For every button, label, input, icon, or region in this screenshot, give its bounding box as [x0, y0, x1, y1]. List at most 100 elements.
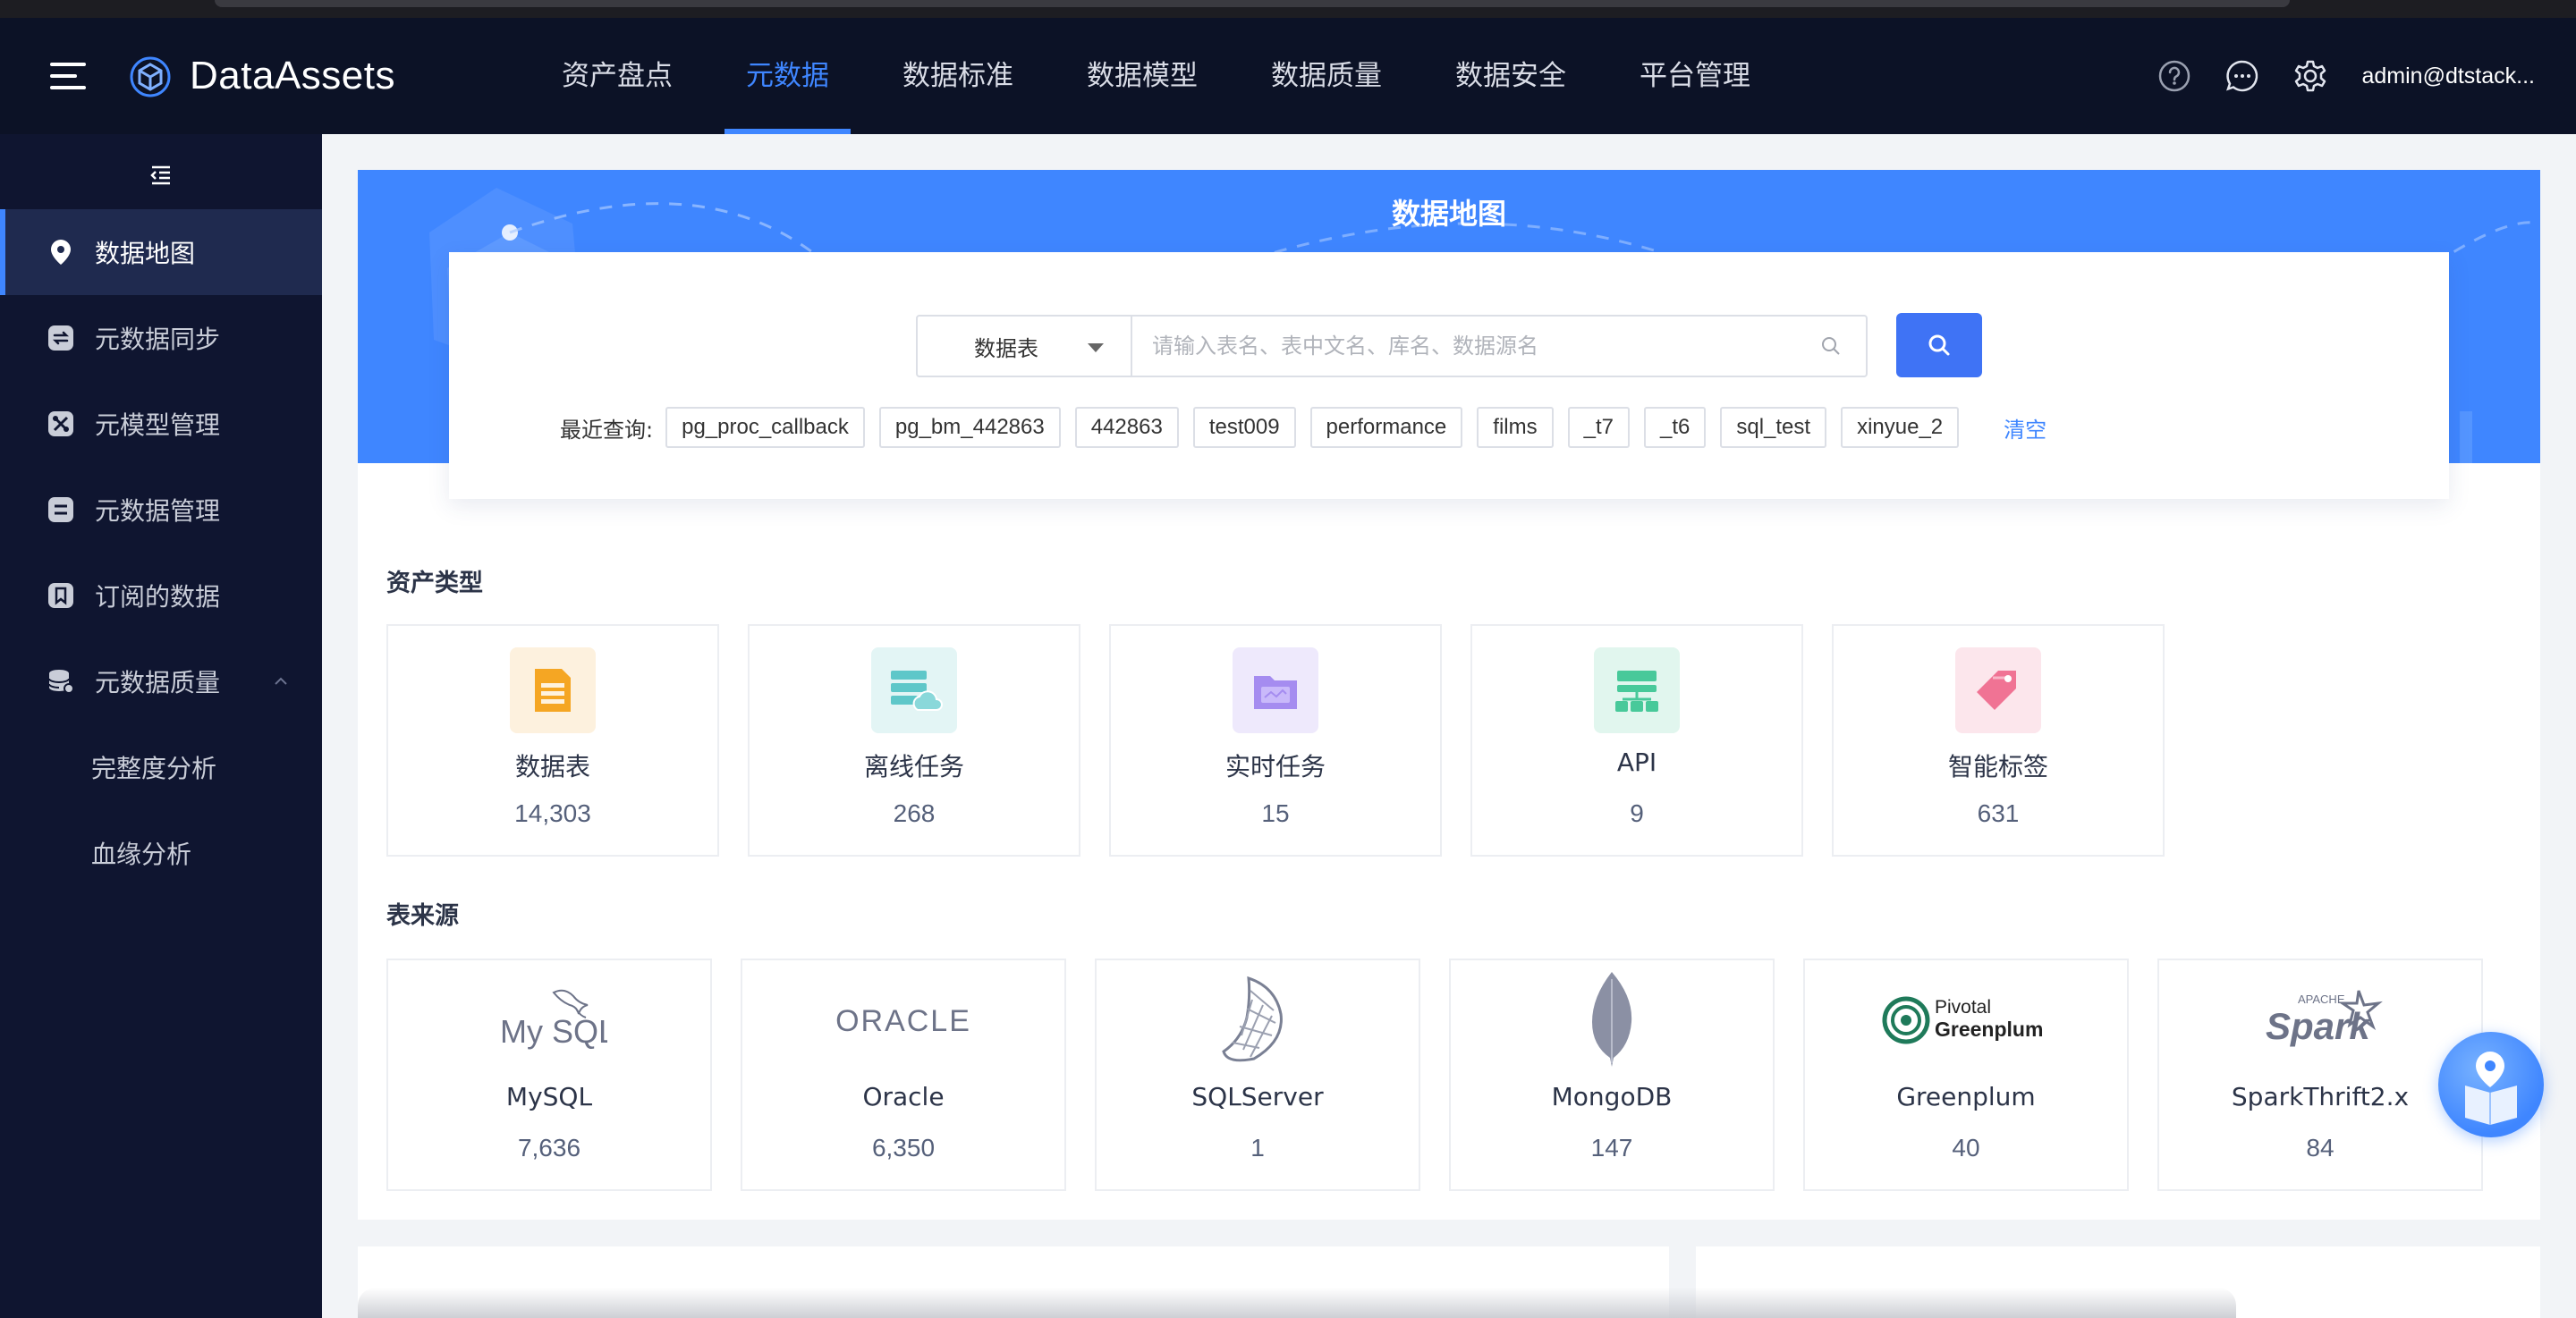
sidebar-item-metadata-manage[interactable]: 元数据管理 [0, 467, 322, 553]
list-icon [48, 497, 73, 522]
sidebar-item-subscribed-data[interactable]: 订阅的数据 [0, 553, 322, 638]
source-card-mongodb[interactable]: MongoDB 147 [1449, 959, 1775, 1191]
recent-tag[interactable]: _t7 [1567, 407, 1630, 448]
search-input[interactable] [1132, 317, 1819, 376]
model-icon [48, 411, 73, 436]
source-card-oracle[interactable]: ORACLE Oracle 6,350 [741, 959, 1066, 1191]
sidebar-item-label: 血缘分析 [91, 840, 192, 869]
asset-card-realtime-task[interactable]: 实时任务 15 [1109, 624, 1442, 857]
asset-card-api[interactable]: API 9 [1470, 624, 1803, 857]
sidebar-item-label: 订阅的数据 [95, 582, 221, 612]
search-icon [1928, 334, 1950, 356]
card-count: 9 [1630, 799, 1644, 827]
recent-tag[interactable]: performance [1309, 407, 1463, 448]
search-type-value: 数据表 [974, 335, 1038, 361]
sidebar-item-completeness-analysis[interactable]: 完整度分析 [0, 724, 322, 810]
sidebar: 数据地图 元数据同步 元模型管理 元数据管理 订阅的数据 元数据质量 完整度分析… [0, 134, 322, 1318]
nav-item-data-security[interactable]: 数据安全 [1434, 18, 1588, 134]
menu-icon[interactable] [50, 63, 86, 89]
card-count: 1 [1250, 1134, 1265, 1162]
user-menu[interactable]: admin@dtstack... [2361, 63, 2535, 89]
logo-icon [130, 56, 171, 97]
card-count: 6,350 [871, 1134, 936, 1162]
sidebar-item-lineage-analysis[interactable]: 血缘分析 [0, 810, 322, 896]
sidebar-item-label: 元模型管理 [95, 410, 221, 440]
greenplum-logo-icon: Pivotal Greenplum [1837, 971, 2095, 1068]
card-count: 268 [893, 799, 936, 827]
card-name: MySQL [505, 1082, 593, 1111]
svg-text:Greenplum: Greenplum [1935, 1018, 2043, 1041]
map-book-icon [2465, 1052, 2517, 1125]
message-icon[interactable] [2225, 59, 2259, 93]
nav-item-metadata[interactable]: 元数据 [724, 18, 851, 134]
table-icon [510, 647, 596, 733]
asset-card-table[interactable]: 数据表 14,303 [386, 624, 719, 857]
recent-tag[interactable]: test009 [1192, 407, 1296, 448]
recent-tag[interactable]: pg_proc_callback [665, 407, 865, 448]
sidebar-item-label: 数据地图 [95, 239, 196, 268]
source-card-sparkthrift[interactable]: APACHE Spark SparkThrift2.x 84 [2157, 959, 2483, 1191]
card-name: MongoDB [1551, 1082, 1673, 1111]
nav-item-asset-inventory[interactable]: 资产盘点 [540, 18, 694, 134]
sidebar-item-label: 元数据管理 [95, 496, 221, 526]
card-name: Greenplum [1896, 1082, 2036, 1111]
map-guide-float-button[interactable] [2438, 1032, 2544, 1137]
nav-item-data-models[interactable]: 数据模型 [1065, 18, 1219, 134]
card-name: SQLServer [1191, 1082, 1324, 1111]
search-button[interactable] [1896, 313, 1982, 377]
nav-item-data-standards[interactable]: 数据标准 [881, 18, 1035, 134]
search-type-select[interactable]: 数据表 [918, 317, 1132, 376]
svg-text:My SQL: My SQL [500, 1013, 607, 1050]
card-count: 14,303 [514, 799, 591, 827]
help-icon[interactable] [2157, 59, 2191, 93]
card-name: Oracle [862, 1082, 945, 1111]
clear-history-link[interactable]: 清空 [2004, 412, 2046, 444]
page-title: 数据地图 [1391, 197, 1506, 231]
bottom-overlay [358, 1288, 2236, 1318]
recent-tag[interactable]: xinyue_2 [1841, 407, 1960, 448]
card-name: 智能标签 [1947, 752, 2048, 782]
sidebar-item-data-map[interactable]: 数据地图 [0, 209, 322, 295]
recent-tag[interactable]: 442863 [1074, 407, 1179, 448]
card-name: 实时任务 [1224, 752, 1326, 782]
sidebar-menu: 数据地图 元数据同步 元模型管理 元数据管理 订阅的数据 元数据质量 完整度分析… [0, 209, 322, 896]
search-card: 数据表 最近查询: pg_proc_callback pg_bm_442863 … [449, 252, 2449, 499]
top-header: DataAssets 资产盘点 元数据 数据标准 数据模型 数据质量 数据安全 … [0, 18, 2576, 134]
window-frame [0, 0, 2576, 18]
recent-tag[interactable]: sql_test [1720, 407, 1827, 448]
card-count: 631 [1977, 799, 2020, 827]
asset-type-cards: 数据表 14,303 离线任务 268 实时任务 15 API 9 智能标签 6… [386, 624, 2193, 857]
chevron-up-icon [275, 677, 287, 685]
card-count: 7,636 [517, 1134, 581, 1162]
sidebar-item-meta-model[interactable]: 元模型管理 [0, 381, 322, 467]
nav-item-platform-admin[interactable]: 平台管理 [1618, 18, 1772, 134]
tag-icon [1955, 647, 2041, 733]
asset-card-smart-tag[interactable]: 智能标签 631 [1832, 624, 2165, 857]
sidebar-item-label: 元数据质量 [95, 668, 221, 697]
settings-gear-icon[interactable] [2293, 59, 2327, 93]
search-icon[interactable] [1819, 334, 1843, 358]
main-content: 数据地图 数据表 最近查询: pg_proc_callback pg_bm_44… [358, 170, 2540, 1220]
source-card-greenplum[interactable]: Pivotal Greenplum Greenplum 40 [1803, 959, 2129, 1191]
collapse-sidebar-icon[interactable] [147, 161, 175, 190]
nav-item-data-quality[interactable]: 数据质量 [1250, 18, 1403, 134]
recent-tag[interactable]: films [1477, 407, 1554, 448]
source-card-sqlserver[interactable]: SQLServer 1 [1095, 959, 1420, 1191]
asset-types-title: 资产类型 [386, 570, 483, 597]
realtime-task-icon [1233, 647, 1318, 733]
svg-text:ORACLE: ORACLE [835, 1004, 971, 1038]
table-source-cards: My SQL MySQL 7,636 ORACLE Oracle 6,350 S… [386, 959, 2512, 1191]
sidebar-item-metadata-sync[interactable]: 元数据同步 [0, 295, 322, 381]
database-icon [48, 670, 74, 694]
svg-text:APACHE: APACHE [2298, 993, 2345, 1006]
asset-card-offline-task[interactable]: 离线任务 268 [748, 624, 1080, 857]
sync-icon [48, 325, 73, 351]
offline-task-icon [871, 647, 957, 733]
recent-tag[interactable]: pg_bm_442863 [878, 407, 1061, 448]
sqlserver-logo-icon [1129, 971, 1386, 1068]
sidebar-item-metadata-quality[interactable]: 元数据质量 [0, 638, 322, 724]
recent-tag[interactable]: _t6 [1643, 407, 1707, 448]
mysql-logo-icon: My SQL [420, 971, 678, 1068]
sidebar-item-label: 完整度分析 [91, 754, 217, 783]
source-card-mysql[interactable]: My SQL MySQL 7,636 [386, 959, 712, 1191]
